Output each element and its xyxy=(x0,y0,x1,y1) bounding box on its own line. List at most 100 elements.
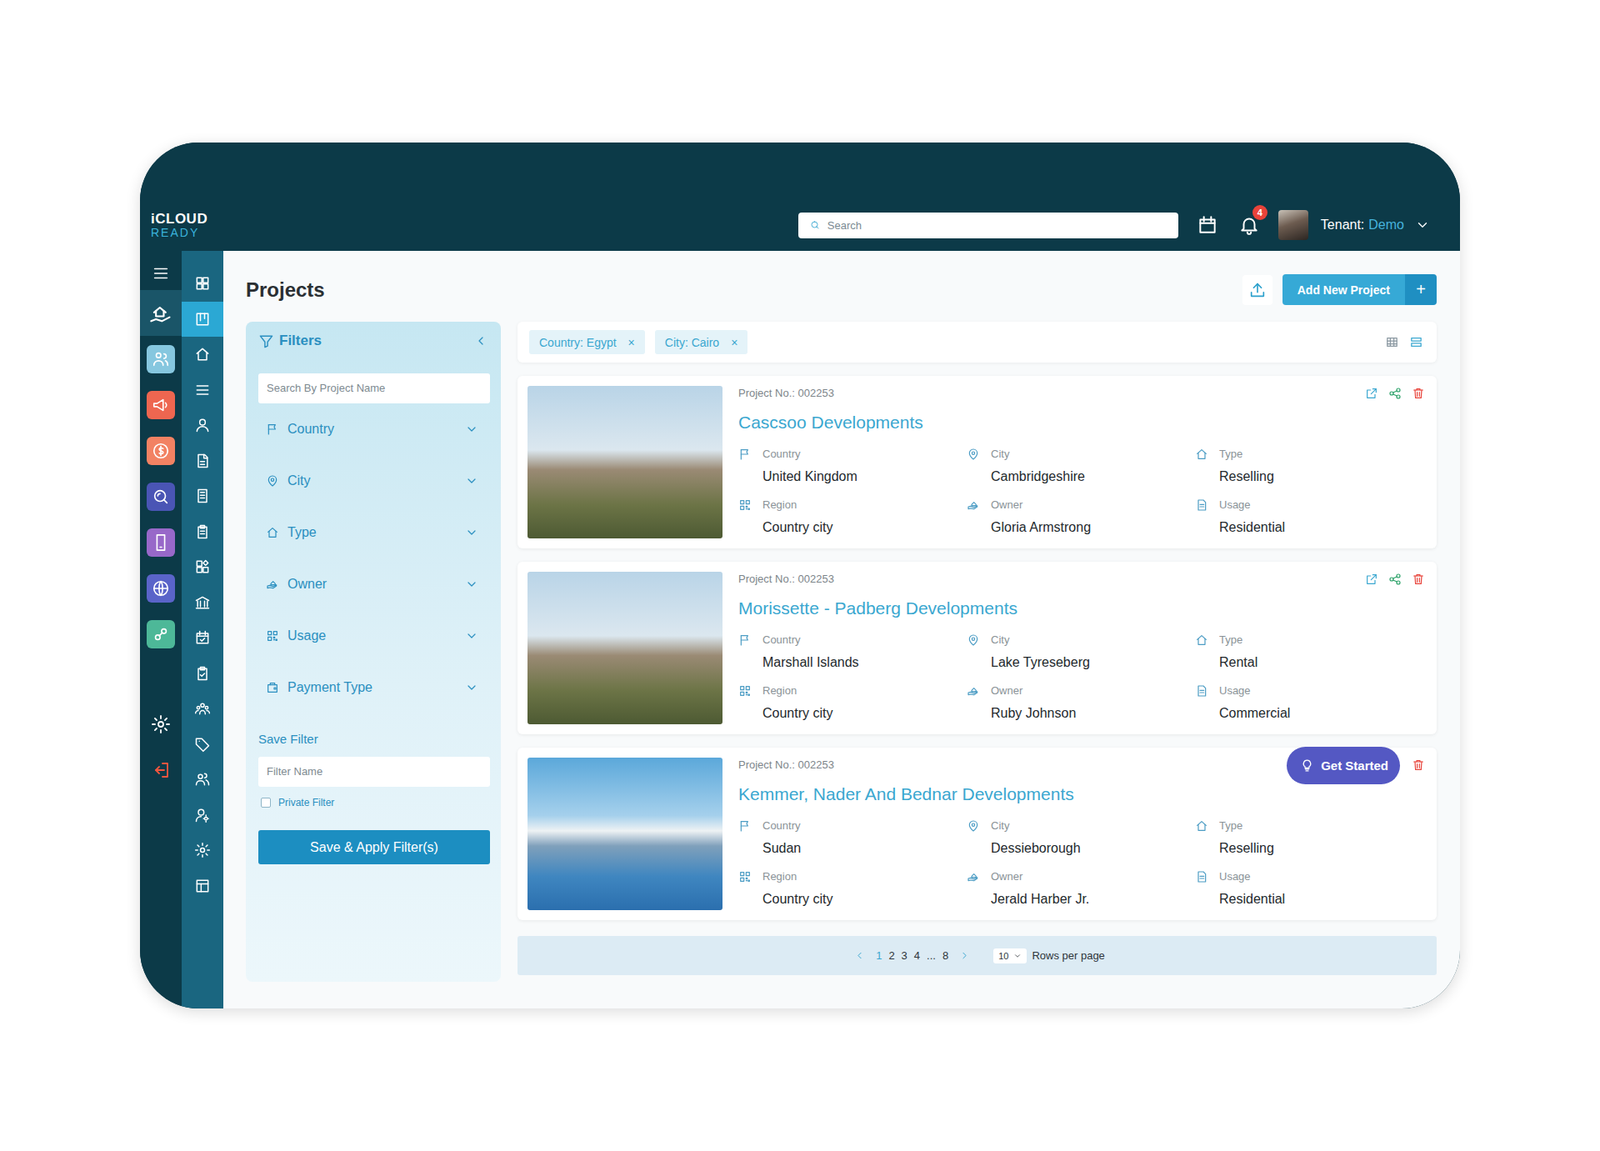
project-field: Country United Kingdom xyxy=(738,446,967,486)
nav-item[interactable] xyxy=(181,549,224,585)
project-card[interactable]: Project No.: 002253 Cascsoo Developments… xyxy=(517,375,1437,549)
module-item[interactable] xyxy=(140,381,182,428)
nav-item[interactable] xyxy=(181,797,224,834)
module-item[interactable] xyxy=(140,290,182,336)
filter-dropdown[interactable]: City xyxy=(258,455,490,507)
filter-chip[interactable]: Country: Egypt × xyxy=(529,330,645,355)
filter-dropdown[interactable]: Usage xyxy=(258,610,490,662)
filter-dropdown[interactable]: Owner xyxy=(258,558,490,610)
nav-item[interactable] xyxy=(181,761,224,798)
stage: iCLOUD READY Search 4 Tenant: Demo Proje… xyxy=(0,0,1600,1151)
nav-item[interactable] xyxy=(181,372,224,409)
get-started-button[interactable]: Get Started xyxy=(1286,746,1400,785)
nav-item[interactable] xyxy=(181,301,224,338)
nav-item[interactable] xyxy=(181,514,224,550)
nav-item[interactable] xyxy=(181,585,224,621)
view-mode-button[interactable] xyxy=(1385,335,1400,350)
project-title[interactable]: Morissette - Padberg Developments xyxy=(738,596,1425,620)
page-button[interactable]: 8 xyxy=(941,949,950,962)
qr-icon xyxy=(738,870,752,884)
calendar-button[interactable] xyxy=(1195,212,1220,238)
nav-item[interactable] xyxy=(181,832,224,869)
filter-name-field[interactable]: Filter Name xyxy=(258,756,490,787)
project-field: Usage Residential xyxy=(1195,497,1424,537)
module-item[interactable] xyxy=(140,427,182,474)
project-card[interactable]: Project No.: 002253 Morissette - Padberg… xyxy=(517,561,1437,735)
nav-item[interactable] xyxy=(181,336,224,373)
logout-button[interactable] xyxy=(140,746,182,793)
menu-button[interactable] xyxy=(140,256,182,290)
open-button[interactable] xyxy=(1365,572,1379,586)
module-item[interactable] xyxy=(140,610,182,657)
tablegrid-icon xyxy=(1385,335,1400,350)
open-button[interactable] xyxy=(1365,386,1379,400)
nav-item[interactable] xyxy=(181,868,224,905)
project-field: Usage Residential xyxy=(1195,869,1424,909)
delete-button[interactable] xyxy=(1411,758,1425,772)
module-item[interactable] xyxy=(140,473,182,520)
private-filter-checkbox[interactable]: Private Filter xyxy=(258,796,490,809)
apply-filters-button[interactable]: Save & Apply Filter(s) xyxy=(258,830,490,865)
nav-item[interactable] xyxy=(181,443,224,480)
delete-button[interactable] xyxy=(1411,386,1425,400)
search-field[interactable]: Search xyxy=(798,212,1179,239)
project-number: Project No.: 002253 xyxy=(738,385,1365,401)
filter-chip[interactable]: City: Cairo × xyxy=(655,330,749,355)
filter-dropdown[interactable]: Type xyxy=(258,506,490,559)
page-button[interactable]: 1 xyxy=(875,949,883,962)
page-button[interactable]: 2 xyxy=(887,949,895,962)
filter-dropdown[interactable]: Payment Type xyxy=(258,661,490,714)
nav-item[interactable] xyxy=(181,726,224,763)
nav-item[interactable] xyxy=(181,265,224,302)
share-icon xyxy=(1388,386,1402,400)
view-mode-button[interactable] xyxy=(1409,335,1424,350)
flag-icon xyxy=(738,633,752,647)
wallet-icon xyxy=(265,680,280,695)
upload-button[interactable] xyxy=(1242,275,1273,305)
prev-page-button[interactable] xyxy=(854,950,865,961)
flag-icon xyxy=(738,447,752,461)
page-button[interactable]: 3 xyxy=(900,949,909,962)
module-item[interactable] xyxy=(140,335,182,382)
next-page-button[interactable] xyxy=(959,950,970,961)
page-button[interactable]: ... xyxy=(925,949,937,962)
remove-chip-button[interactable]: × xyxy=(730,335,738,350)
user-icon xyxy=(194,416,211,434)
remove-chip-button[interactable]: × xyxy=(628,335,635,350)
nav-item[interactable] xyxy=(181,407,224,444)
delete-button[interactable] xyxy=(1411,572,1425,586)
project-title[interactable]: Kemmer, Nader And Bednar Developments xyxy=(738,782,1425,806)
listview-icon xyxy=(1409,335,1424,350)
project-name-search[interactable]: Search By Project Name xyxy=(258,373,490,404)
globe-icon xyxy=(151,579,170,598)
checkbox[interactable] xyxy=(260,797,271,808)
project-title[interactable]: Cascsoo Developments xyxy=(738,410,1425,435)
nav-item[interactable] xyxy=(181,620,224,656)
notifications-button[interactable]: 4 xyxy=(1236,212,1262,238)
nav-item[interactable] xyxy=(181,690,224,727)
owner-icon xyxy=(966,684,980,698)
househand-icon xyxy=(149,301,173,325)
page-button[interactable]: 4 xyxy=(913,949,921,962)
filter-dropdown[interactable]: Country xyxy=(258,403,490,455)
settings-button[interactable] xyxy=(140,700,182,747)
qr-icon xyxy=(265,629,280,643)
share-button[interactable] xyxy=(1388,572,1402,586)
share-button[interactable] xyxy=(1388,386,1402,400)
add-project-button[interactable]: Add New Project + xyxy=(1282,274,1437,305)
project-field: Country Sudan xyxy=(738,818,967,858)
nav-item[interactable] xyxy=(181,478,224,515)
collapse-button[interactable] xyxy=(474,334,488,348)
rows-per-page-select[interactable]: 10 xyxy=(993,948,1027,964)
nav-sidebar xyxy=(181,250,224,1009)
doc-icon xyxy=(1195,684,1209,698)
avatar[interactable] xyxy=(1278,210,1309,240)
module-item[interactable] xyxy=(140,519,182,565)
tenant-selector[interactable]: Tenant: Demo xyxy=(1320,217,1430,233)
filters-title: Filters xyxy=(279,332,470,350)
logo[interactable]: iCLOUD READY xyxy=(150,211,218,239)
chevron-down-icon xyxy=(465,474,479,488)
project-card[interactable]: Project No.: 002253 Get Started Kemmer, … xyxy=(517,747,1437,920)
nav-item[interactable] xyxy=(181,655,224,692)
module-item[interactable] xyxy=(140,565,182,611)
